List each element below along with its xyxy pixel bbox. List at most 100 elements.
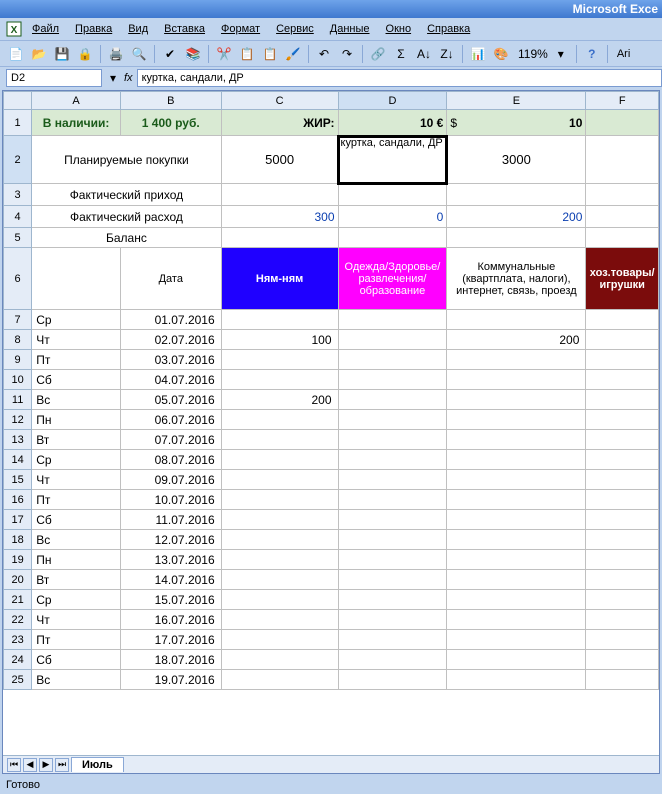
cell-F10[interactable]	[586, 370, 659, 390]
cell-B19[interactable]: 13.07.2016	[120, 550, 221, 570]
row-header-24[interactable]: 24	[4, 650, 32, 670]
menu-insert[interactable]: Вставка	[158, 21, 211, 37]
cell-B22[interactable]: 16.07.2016	[120, 610, 221, 630]
cell-C1[interactable]: ЖИР:	[221, 110, 338, 136]
cell-C7[interactable]	[221, 310, 338, 330]
new-doc-icon[interactable]: 📄	[6, 44, 26, 64]
row-header-13[interactable]: 13	[4, 430, 32, 450]
cell-E15[interactable]	[447, 470, 586, 490]
cell-D8[interactable]	[338, 330, 447, 350]
fx-icon[interactable]: fx	[124, 72, 133, 84]
cell-F18[interactable]	[586, 530, 659, 550]
cell-F8[interactable]	[586, 330, 659, 350]
row-header-12[interactable]: 12	[4, 410, 32, 430]
cell-D21[interactable]	[338, 590, 447, 610]
cell-B23[interactable]: 17.07.2016	[120, 630, 221, 650]
cell-F1[interactable]	[586, 110, 659, 136]
col-header-C[interactable]: C	[221, 92, 338, 110]
copy-icon[interactable]: 📋	[237, 44, 257, 64]
tab-nav-prev-icon[interactable]: ◀	[23, 758, 37, 772]
sort-asc-icon[interactable]: A↓	[414, 44, 434, 64]
cell-A25[interactable]: Вс	[32, 670, 121, 690]
cell-C18[interactable]	[221, 530, 338, 550]
cell-B20[interactable]: 14.07.2016	[120, 570, 221, 590]
cell-B1[interactable]: 1 400 руб.	[120, 110, 221, 136]
tab-nav-first-icon[interactable]: ⏮	[7, 758, 21, 772]
cell-B7[interactable]: 01.07.2016	[120, 310, 221, 330]
cell-D2[interactable]: куртка, сандали, ДР	[338, 136, 447, 184]
permission-icon[interactable]: 🔒	[75, 44, 95, 64]
cell-D6[interactable]: Одежда/Здоровье/развлечения/образование	[338, 248, 447, 310]
open-icon[interactable]: 📂	[29, 44, 49, 64]
cell-A4B4[interactable]: Фактический расход	[32, 206, 221, 228]
row-header-23[interactable]: 23	[4, 630, 32, 650]
undo-icon[interactable]: ↶	[314, 44, 334, 64]
cell-A8[interactable]: Чт	[32, 330, 121, 350]
cell-D14[interactable]	[338, 450, 447, 470]
tab-nav-last-icon[interactable]: ⏭	[55, 758, 69, 772]
cell-F17[interactable]	[586, 510, 659, 530]
cell-B16[interactable]: 10.07.2016	[120, 490, 221, 510]
cell-C20[interactable]	[221, 570, 338, 590]
cell-C13[interactable]	[221, 430, 338, 450]
cell-F21[interactable]	[586, 590, 659, 610]
drawing-icon[interactable]: 🎨	[491, 44, 511, 64]
cell-A18[interactable]: Вс	[32, 530, 121, 550]
cell-B9[interactable]: 03.07.2016	[120, 350, 221, 370]
cell-C15[interactable]	[221, 470, 338, 490]
cell-A12[interactable]: Пн	[32, 410, 121, 430]
col-header-F[interactable]: F	[586, 92, 659, 110]
help-icon[interactable]: ?	[582, 44, 602, 64]
cell-F4[interactable]	[586, 206, 659, 228]
formula-input[interactable]: куртка, сандали, ДР	[137, 69, 662, 87]
cell-E22[interactable]	[447, 610, 586, 630]
row-header-3[interactable]: 3	[4, 184, 32, 206]
cell-E5[interactable]	[447, 228, 586, 248]
paste-icon[interactable]: 📋	[260, 44, 280, 64]
cell-B10[interactable]: 04.07.2016	[120, 370, 221, 390]
menu-format[interactable]: Формат	[215, 21, 266, 37]
print-preview-icon[interactable]: 🔍	[129, 44, 149, 64]
cell-D16[interactable]	[338, 490, 447, 510]
cell-B17[interactable]: 11.07.2016	[120, 510, 221, 530]
chart-wizard-icon[interactable]: 📊	[468, 44, 488, 64]
cell-E9[interactable]	[447, 350, 586, 370]
cell-D23[interactable]	[338, 630, 447, 650]
font-combo[interactable]: Ari	[617, 48, 630, 60]
research-icon[interactable]: 📚	[183, 44, 203, 64]
row-header-20[interactable]: 20	[4, 570, 32, 590]
cell-B12[interactable]: 06.07.2016	[120, 410, 221, 430]
sort-desc-icon[interactable]: Z↓	[437, 44, 457, 64]
cell-D10[interactable]	[338, 370, 447, 390]
cell-B24[interactable]: 18.07.2016	[120, 650, 221, 670]
cell-B6[interactable]: Дата	[120, 248, 221, 310]
cell-A7[interactable]: Ср	[32, 310, 121, 330]
cell-B21[interactable]: 15.07.2016	[120, 590, 221, 610]
cell-B14[interactable]: 08.07.2016	[120, 450, 221, 470]
cell-D18[interactable]	[338, 530, 447, 550]
row-header-2[interactable]: 2	[4, 136, 32, 184]
cell-D19[interactable]	[338, 550, 447, 570]
menu-edit[interactable]: Правка	[69, 21, 118, 37]
cell-A1[interactable]: В наличии:	[32, 110, 121, 136]
cell-E2[interactable]: 3000	[447, 136, 586, 184]
col-header-B[interactable]: B	[120, 92, 221, 110]
row-header-19[interactable]: 19	[4, 550, 32, 570]
cell-F16[interactable]	[586, 490, 659, 510]
menu-help[interactable]: Справка	[421, 21, 476, 37]
cell-D4[interactable]: 0	[338, 206, 447, 228]
cell-E18[interactable]	[447, 530, 586, 550]
cell-D1[interactable]: 10 €	[338, 110, 447, 136]
cell-E10[interactable]	[447, 370, 586, 390]
cell-C14[interactable]	[221, 450, 338, 470]
cell-C22[interactable]	[221, 610, 338, 630]
cell-D25[interactable]	[338, 670, 447, 690]
cell-C23[interactable]	[221, 630, 338, 650]
row-header-6[interactable]: 6	[4, 248, 32, 310]
cell-A11[interactable]: Вс	[32, 390, 121, 410]
cell-D15[interactable]	[338, 470, 447, 490]
cell-A21[interactable]: Ср	[32, 590, 121, 610]
col-header-D[interactable]: D	[338, 92, 447, 110]
cell-D11[interactable]	[338, 390, 447, 410]
menu-tools[interactable]: Сервис	[270, 21, 320, 37]
